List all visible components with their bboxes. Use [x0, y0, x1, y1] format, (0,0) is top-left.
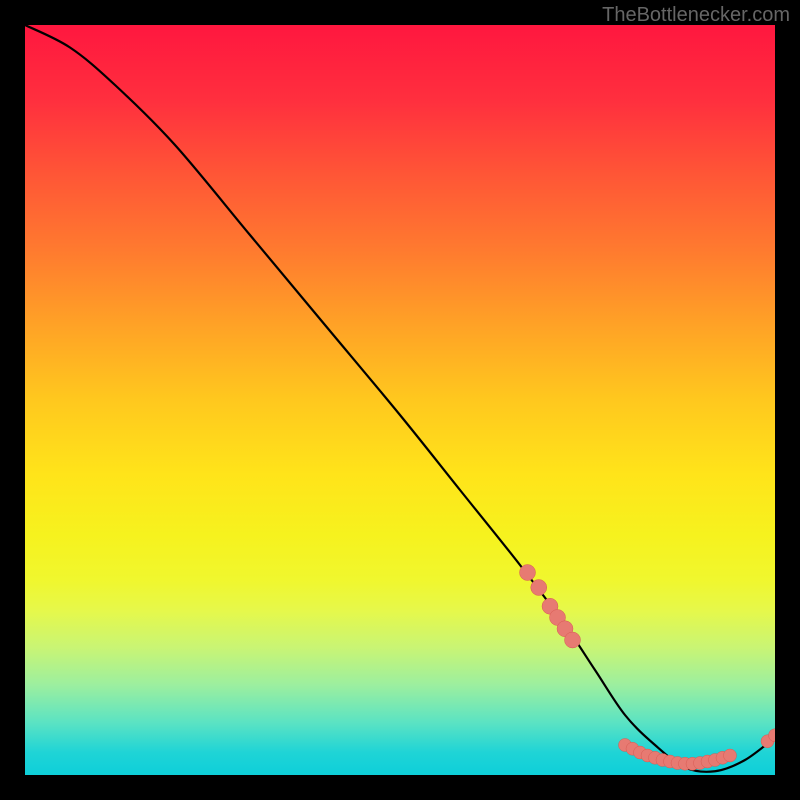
data-marker [565, 632, 581, 648]
data-marker [724, 749, 737, 762]
chart-curve [25, 25, 775, 772]
data-marker [520, 565, 536, 581]
attribution-label: TheBottlenecker.com [602, 4, 790, 27]
data-marker [531, 580, 547, 596]
chart-svg [25, 25, 775, 775]
chart-plot-area [25, 25, 775, 775]
